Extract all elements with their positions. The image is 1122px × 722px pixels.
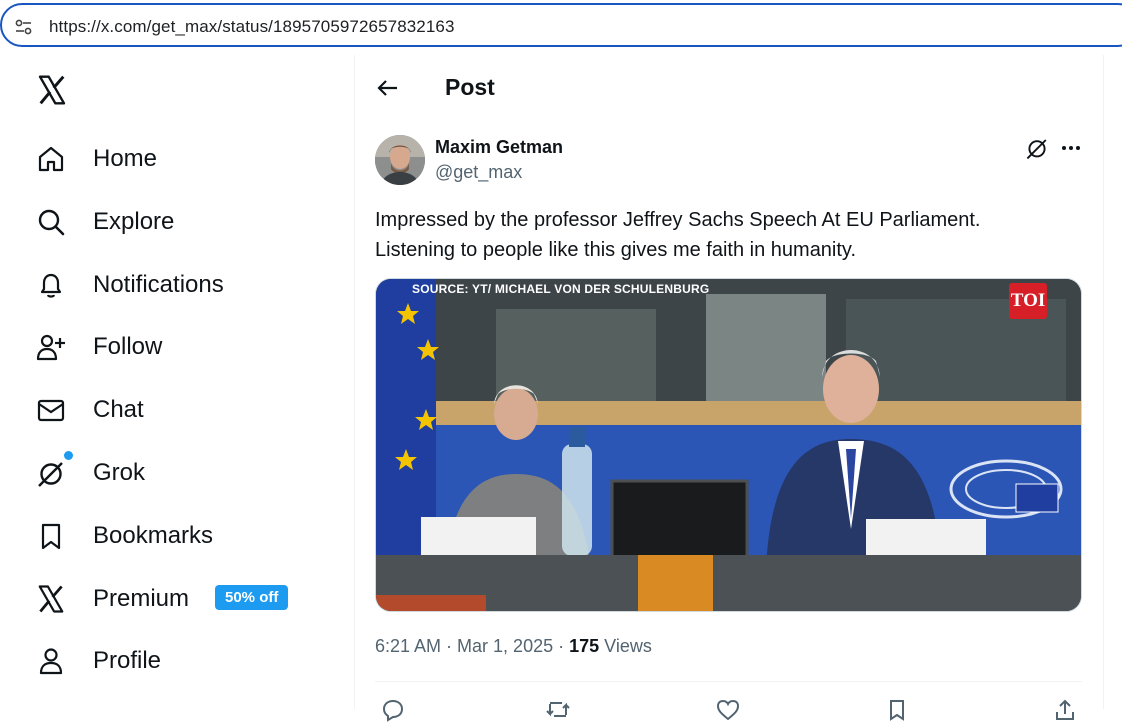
author-name[interactable]: Maxim Getman	[435, 137, 563, 158]
sidebar-item-label: Notifications	[93, 271, 224, 298]
author-handle[interactable]: @get_max	[435, 162, 522, 183]
post-media[interactable]: SOURCE: YT/ MICHAEL VON DER SCHULENBURG …	[375, 278, 1082, 612]
post-text-line: Impressed by the professor Jeffrey Sachs…	[375, 209, 981, 231]
sidebar-item-label: Home	[93, 145, 158, 172]
x-logo-icon[interactable]	[36, 74, 68, 106]
views-count: 175	[569, 636, 600, 656]
site-settings-icon[interactable]	[14, 17, 34, 37]
post-time[interactable]: 6:21 AM	[375, 636, 441, 656]
grok-icon[interactable]	[1025, 136, 1049, 160]
sidebar-item-premium[interactable]: Premium 50% off	[36, 579, 289, 619]
post-meta: 6:21 AM · Mar 1, 2025 · 175 Views	[375, 636, 652, 656]
avatar[interactable]	[375, 135, 425, 185]
home-icon	[38, 146, 64, 172]
person-add-icon	[36, 334, 65, 361]
sidebar-item-chat[interactable]: Chat	[36, 390, 144, 430]
divider	[375, 681, 1082, 682]
grok-icon	[38, 462, 63, 487]
sidebar-item-explore[interactable]: Explore	[36, 202, 174, 242]
column-divider	[1103, 55, 1104, 709]
person-icon	[39, 648, 63, 675]
more-options-icon[interactable]	[1060, 137, 1082, 159]
sidebar-item-label: Premium	[93, 585, 190, 612]
column-divider	[354, 55, 355, 709]
url-text[interactable]: https://x.com/get_max/status/18957059726…	[49, 17, 455, 37]
search-icon	[38, 209, 65, 236]
toi-logo-badge: TOI	[1009, 283, 1047, 319]
bookmark-icon[interactable]	[885, 698, 909, 722]
post-text-line: Listening to people like this gives me f…	[375, 239, 857, 261]
mail-icon	[37, 399, 65, 422]
views-label: Views	[604, 636, 652, 656]
sidebar-item-follow[interactable]: Follow	[36, 327, 162, 367]
sidebar-item-label: Chat	[93, 396, 144, 423]
page-title: Post	[445, 74, 495, 100]
reply-icon[interactable]	[381, 698, 405, 722]
post-date[interactable]: Mar 1, 2025	[457, 636, 553, 656]
post-text: Impressed by the professor Jeffrey Sachs…	[375, 205, 1075, 265]
sidebar-item-label: Grok	[93, 459, 146, 486]
sidebar-item-bookmarks[interactable]: Bookmarks	[36, 516, 213, 556]
sidebar-item-label: Bookmarks	[93, 522, 214, 549]
bell-icon	[40, 273, 62, 298]
share-icon[interactable]	[1053, 698, 1077, 722]
like-icon[interactable]	[716, 698, 740, 722]
premium-discount-badge: 50% off	[215, 585, 289, 610]
address-bar[interactable]: https://x.com/get_max/status/18957059726…	[0, 3, 1122, 47]
back-arrow-icon[interactable]	[376, 76, 400, 100]
notification-dot	[64, 451, 73, 460]
sidebar-nav: Home Explore Notifications Follow Chat G…	[0, 55, 354, 709]
media-image	[376, 279, 1081, 611]
sidebar-item-home[interactable]: Home	[36, 139, 157, 179]
sidebar-item-label: Explore	[93, 208, 175, 235]
sidebar-item-notifications[interactable]: Notifications	[36, 265, 224, 305]
sidebar-item-label: Profile	[93, 647, 162, 674]
sidebar-item-label: Follow	[93, 333, 163, 360]
sidebar-item-grok[interactable]: Grok	[36, 451, 145, 493]
media-source-caption: SOURCE: YT/ MICHAEL VON DER SCHULENBURG	[412, 282, 710, 296]
sidebar-item-profile[interactable]: Profile	[36, 641, 161, 681]
x-icon	[38, 585, 64, 613]
post-actions-bar	[375, 694, 1082, 722]
repost-icon[interactable]	[545, 698, 571, 722]
bookmark-icon	[41, 523, 61, 550]
